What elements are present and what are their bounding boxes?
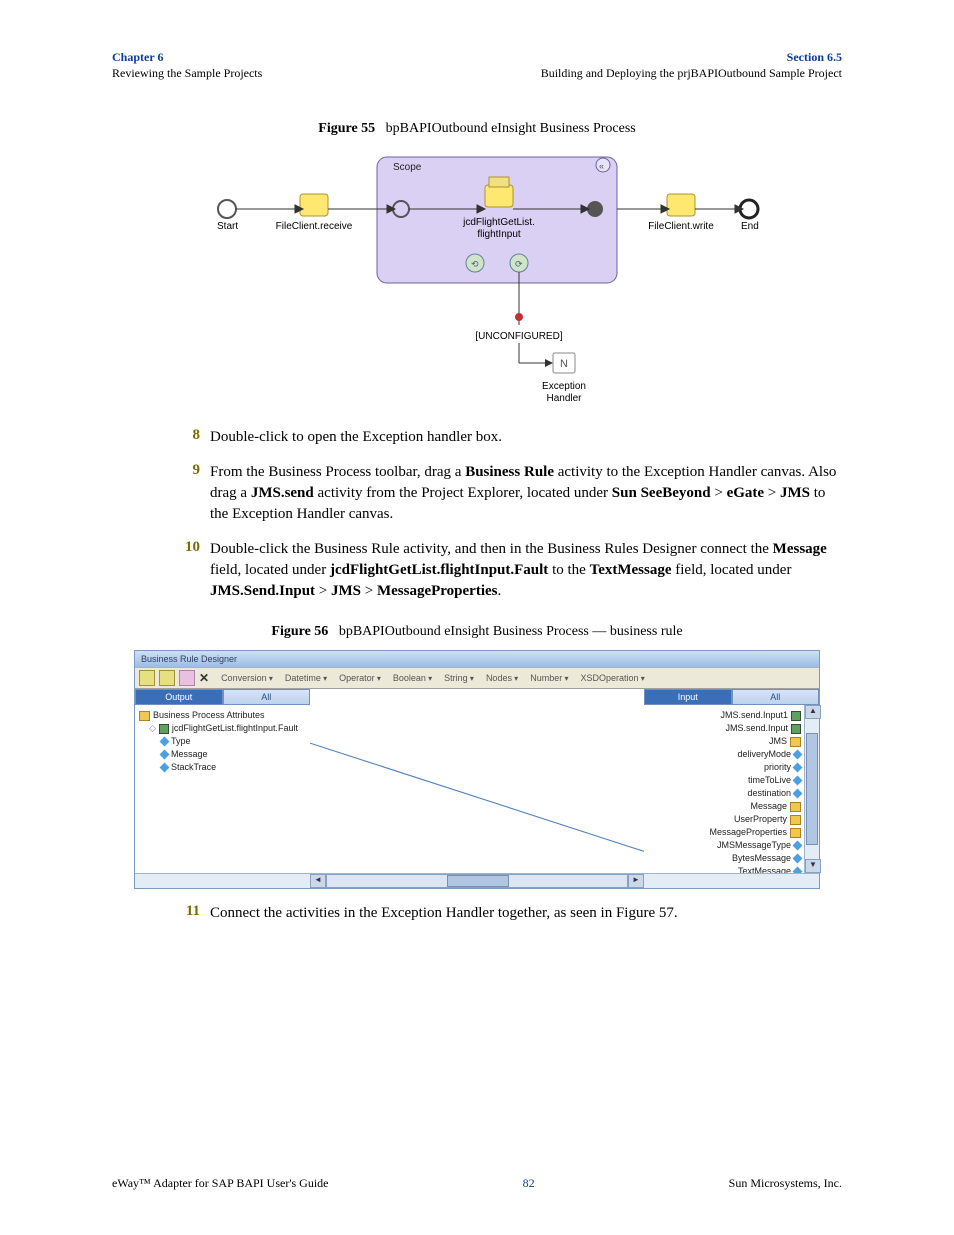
chapter-label: Chapter 6 (112, 50, 262, 66)
node-icon (791, 711, 801, 721)
folder-icon (790, 802, 801, 812)
folder-icon (139, 711, 150, 721)
tb-nodes[interactable]: Nodes (486, 673, 518, 683)
brd-columns: Output All Business Process Attributes ◇… (135, 689, 819, 873)
figure56-text: bpBAPIOutbound eInsight Business Process… (339, 624, 683, 639)
tb-xsdoperation[interactable]: XSDOperation (580, 673, 644, 683)
step-11-body: Connect the activities in the Exception … (210, 903, 842, 924)
header-left: Chapter 6 Reviewing the Sample Projects (112, 50, 262, 81)
tab-all-left[interactable]: All (223, 689, 311, 705)
horizontal-scrollbar[interactable]: ◄ ► (135, 873, 819, 888)
brd-title: Business Rule Designer (135, 651, 819, 668)
brd-left-pane: Output All Business Process Attributes ◇… (135, 689, 310, 873)
header-subtitle-right: Building and Deploying the prjBAPIOutbou… (541, 66, 842, 82)
figure55-caption: Figure 55 bpBAPIOutbound eInsight Busine… (112, 121, 842, 137)
step-10-body: Double-click the Business Rule activity,… (210, 539, 842, 602)
folder-icon (790, 815, 801, 825)
scroll-thumb[interactable] (447, 875, 509, 887)
unconfigured-label: [UNCONFIGURED] (475, 331, 562, 342)
tab-output[interactable]: Output (135, 689, 223, 705)
start-label: Start (217, 221, 238, 232)
scope-label: Scope (393, 162, 422, 173)
node-icon (791, 724, 801, 734)
svg-text:jcdFlightGetList.: jcdFlightGetList. (462, 217, 535, 228)
business-rule-designer: Business Rule Designer ✕ Conversion Date… (134, 650, 820, 889)
footer-right: Sun Microsystems, Inc. (729, 1176, 842, 1191)
diamond-icon (793, 750, 803, 760)
scroll-right-icon[interactable]: ► (628, 874, 644, 888)
tb-string[interactable]: String (444, 673, 474, 683)
brd-canvas[interactable] (310, 689, 644, 873)
figure55-label: Figure 55 (318, 121, 375, 136)
header-subtitle-left: Reviewing the Sample Projects (112, 66, 262, 82)
tab-all-right[interactable]: All (732, 689, 820, 705)
svg-text:flightInput: flightInput (477, 229, 521, 240)
brd-toolbar: ✕ Conversion Datetime Operator Boolean S… (135, 668, 819, 689)
brd-right-pane: Input All JMS.send.Input1 JMS.send.Input… (644, 689, 819, 873)
svg-text:Handler: Handler (546, 393, 582, 404)
svg-text:Exception: Exception (542, 381, 586, 392)
end-label: End (741, 221, 759, 232)
tb-number[interactable]: Number (530, 673, 568, 683)
scroll-thumb[interactable] (806, 733, 818, 845)
step-9-num: 9 (112, 462, 210, 479)
toolbar-icon[interactable] (159, 670, 175, 686)
figure56-label: Figure 56 (271, 624, 328, 639)
svg-text:N: N (560, 358, 568, 370)
section-label: Section 6.5 (541, 50, 842, 66)
diamond-icon (793, 841, 803, 851)
tb-operator[interactable]: Operator (339, 673, 381, 683)
scroll-down-icon[interactable]: ▼ (805, 859, 821, 873)
vertical-scrollbar[interactable]: ▲ ▼ (804, 705, 819, 873)
scroll-up-icon[interactable]: ▲ (805, 705, 821, 719)
folder-icon (790, 737, 801, 747)
diamond-icon (793, 763, 803, 773)
scroll-track[interactable] (326, 874, 628, 888)
diamond-icon (160, 737, 170, 747)
figure55-text: bpBAPIOutbound eInsight Business Process (386, 121, 636, 136)
right-tree[interactable]: JMS.send.Input1 JMS.send.Input JMS deliv… (644, 705, 819, 873)
svg-text:⟳: ⟳ (515, 259, 523, 269)
header-right: Section 6.5 Building and Deploying the p… (541, 50, 842, 81)
step-10: 10 Double-click the Business Rule activi… (112, 539, 842, 602)
diamond-icon (160, 763, 170, 773)
toolbar-icon[interactable] (179, 670, 195, 686)
page: Chapter 6 Reviewing the Sample Projects … (0, 0, 954, 1235)
step-11: 11 Connect the activities in the Excepti… (112, 903, 842, 924)
write-label: FileClient.write (648, 221, 714, 232)
page-number: 82 (523, 1176, 535, 1191)
tab-input[interactable]: Input (644, 689, 732, 705)
receive-label: FileClient.receive (276, 221, 353, 232)
diamond-icon (160, 750, 170, 760)
scroll-left-icon[interactable]: ◄ (310, 874, 326, 888)
tb-datetime[interactable]: Datetime (285, 673, 327, 683)
tb-conversion[interactable]: Conversion (221, 673, 273, 683)
delete-icon[interactable]: ✕ (199, 671, 209, 685)
step-9: 9 From the Business Process toolbar, dra… (112, 462, 842, 525)
step-11-num: 11 (112, 903, 210, 920)
diamond-icon (793, 776, 803, 786)
step-8-num: 8 (112, 427, 210, 444)
header: Chapter 6 Reviewing the Sample Projects … (112, 50, 842, 81)
step-10-num: 10 (112, 539, 210, 556)
figure56-caption: Figure 56 bpBAPIOutbound eInsight Busine… (112, 624, 842, 640)
step-8-body: Double-click to open the Exception handl… (210, 427, 842, 448)
footer-left: eWay™ Adapter for SAP BAPI User's Guide (112, 1176, 328, 1191)
toolbar-icon[interactable] (139, 670, 155, 686)
node-icon (159, 724, 169, 734)
folder-icon (790, 828, 801, 838)
left-tree[interactable]: Business Process Attributes ◇jcdFlightGe… (135, 705, 310, 873)
tb-boolean[interactable]: Boolean (393, 673, 432, 683)
svg-text:«: « (599, 161, 604, 171)
diamond-icon (793, 854, 803, 864)
diamond-icon (793, 867, 803, 873)
step-8: 8 Double-click to open the Exception han… (112, 427, 842, 448)
footer: eWay™ Adapter for SAP BAPI User's Guide … (112, 1176, 842, 1191)
diamond-icon (793, 789, 803, 799)
svg-text:⟲: ⟲ (471, 259, 479, 269)
step-9-body: From the Business Process toolbar, drag … (210, 462, 842, 525)
figure55-diagram: Scope « Start FileClient.receive jcdFlig… (112, 147, 842, 413)
